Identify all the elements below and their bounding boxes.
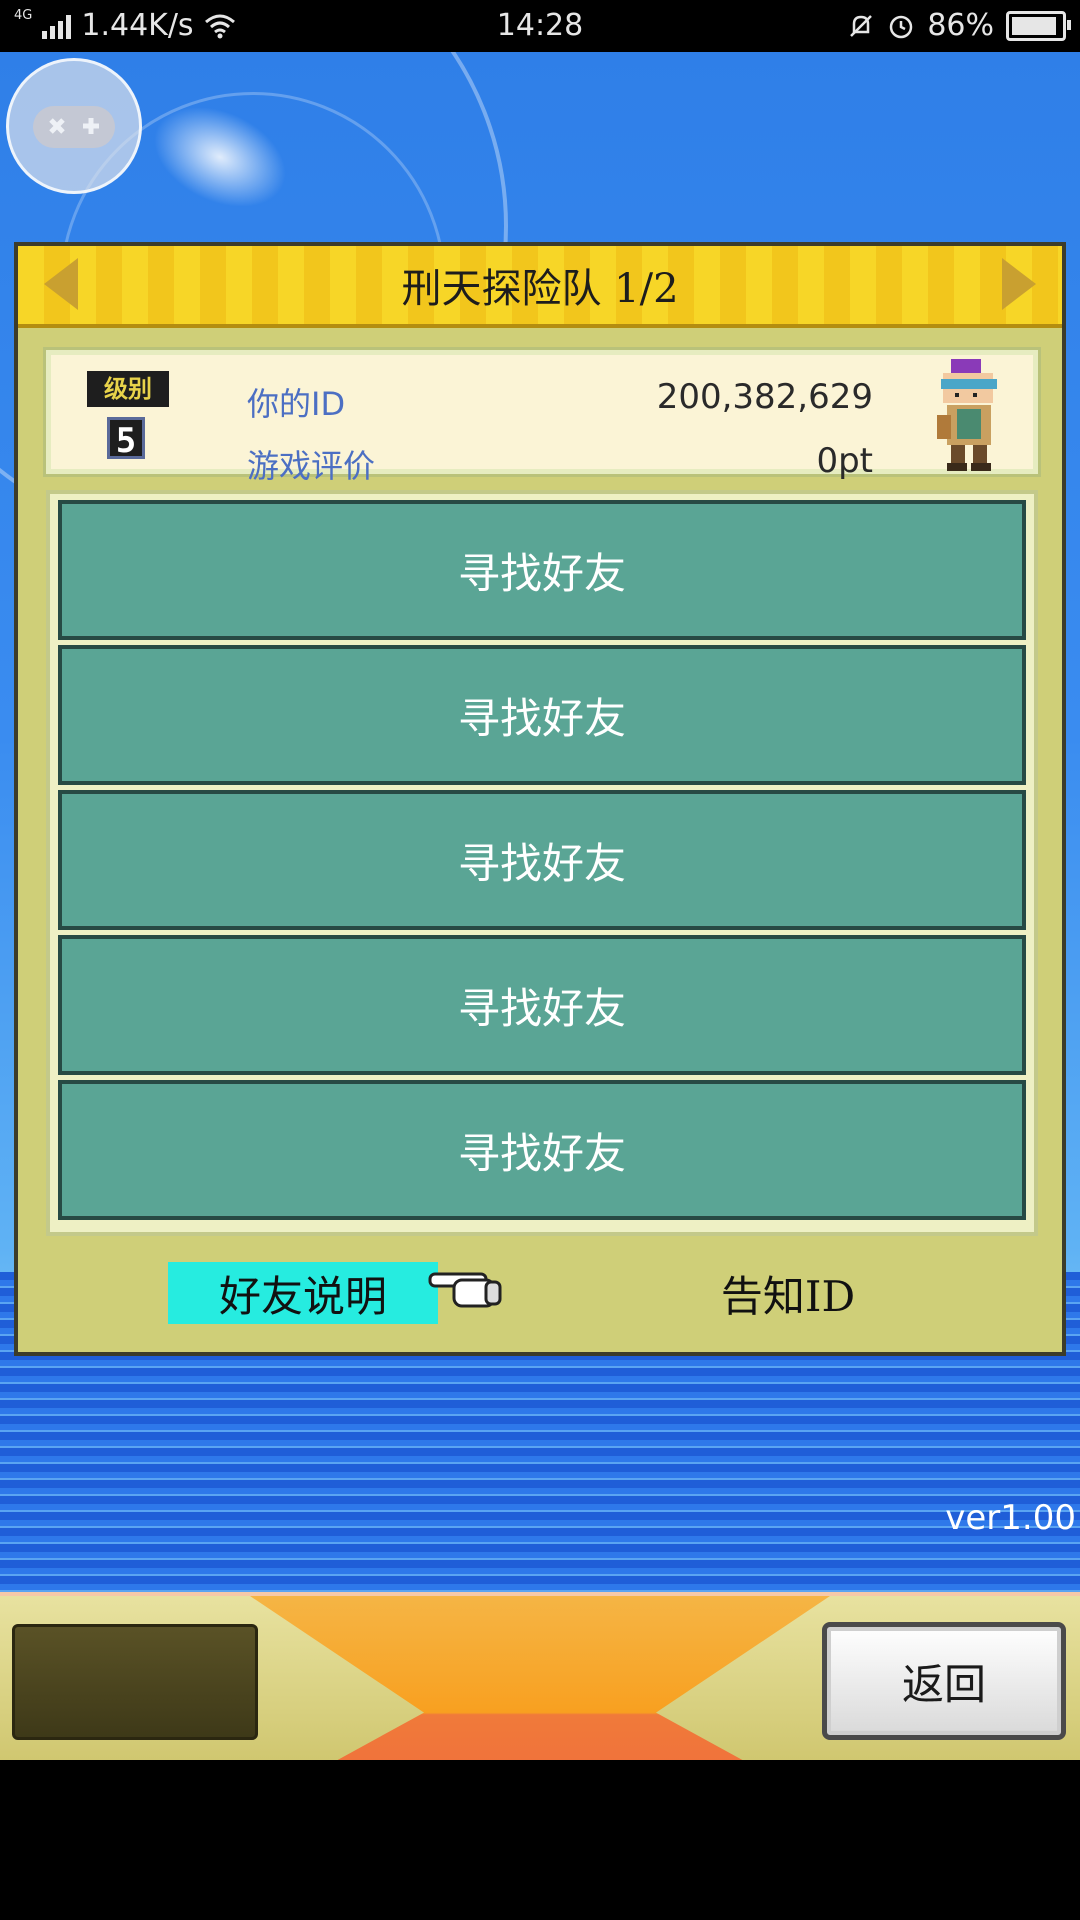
find-friend-button[interactable]: 寻找好友 [58,1080,1026,1220]
find-friend-button[interactable]: 寻找好友 [58,500,1026,640]
friends-panel: 刑天探险队 1/2 级别 5 你的ID 200,382,629 游戏评价 0pt [14,242,1066,1356]
notify-id-tab[interactable]: 告知ID [698,1262,878,1324]
alarm-icon [890,15,913,38]
friend-explain-tab[interactable]: 好友说明 [168,1262,438,1324]
player-info-card: 级别 5 你的ID 200,382,629 游戏评价 0pt [43,347,1041,485]
friend-list: 寻找好友 寻找好友 寻找好友 寻找好友 寻找好友 [46,490,1038,1236]
find-friend-button[interactable]: 寻找好友 [58,790,1026,930]
rating-value: 0pt [816,441,873,481]
rank-badge: 级别 [87,371,169,407]
rating-label: 游戏评价 [247,447,376,485]
empty-button-slot [12,1624,258,1740]
rank-value: 5 [107,417,145,461]
prev-page-arrow-icon[interactable] [44,258,78,310]
game-screen: 刑天探险队 1/2 级别 5 你的ID 200,382,629 游戏评价 0pt [0,52,1080,1760]
find-friend-button[interactable]: 寻找好友 [58,935,1026,1075]
bottom-decoration [250,1596,830,1760]
panel-header: 刑天探险队 1/2 [18,246,1062,328]
panel-title: 刑天探险队 1/2 [401,266,679,312]
back-button[interactable]: 返回 [822,1622,1066,1740]
mute-bell-icon [850,14,873,37]
status-bar: 4G 1.44K/s 14:28 86% [0,0,1080,52]
version-label: ver1.00 [945,1498,1076,1538]
find-friend-button[interactable]: 寻找好友 [58,645,1026,785]
id-value: 200,382,629 [656,377,873,417]
battery-percent: 86% [927,8,994,43]
next-page-arrow-icon[interactable] [1002,258,1036,310]
battery-icon [1006,10,1071,41]
player-avatar-icon [937,359,997,471]
id-label: 你的ID [247,385,346,423]
bottom-bar: 返回 [0,1592,1080,1760]
gamepad-button[interactable] [6,58,142,194]
status-right: 86% [847,8,1071,43]
gamepad-icon [33,106,115,148]
pointing-hand-icon [428,1272,502,1308]
